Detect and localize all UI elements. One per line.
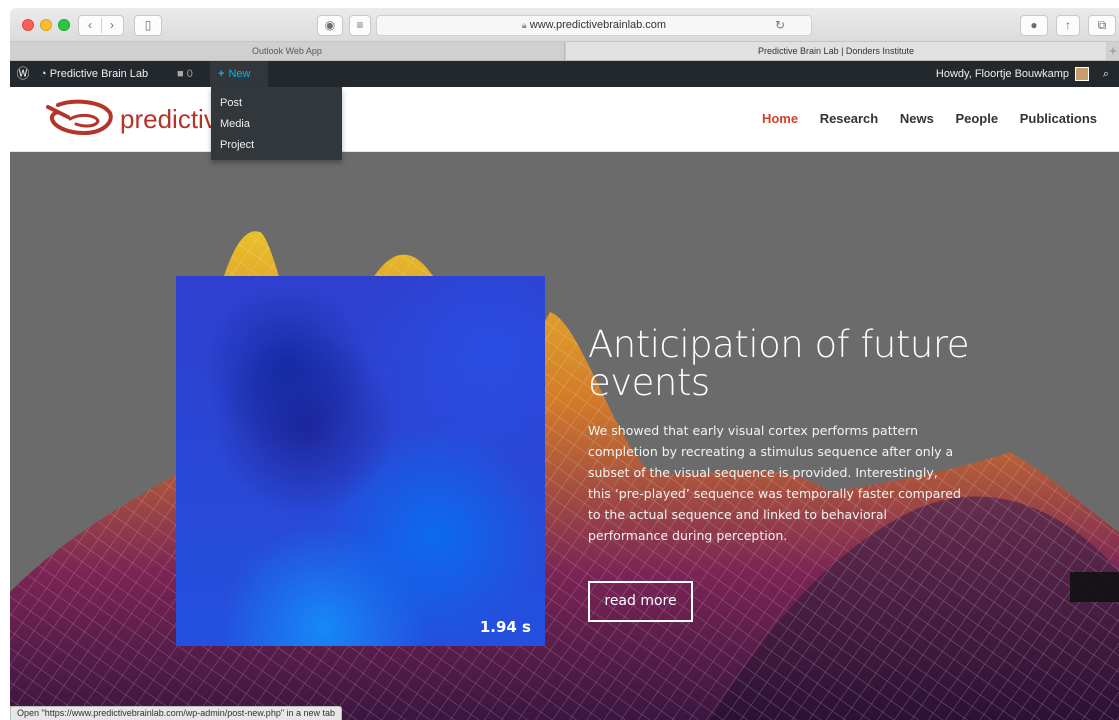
new-post-item[interactable]: Post	[211, 93, 342, 114]
downloads-button[interactable]: ●	[1020, 15, 1048, 36]
history-nav: ‹ ›	[78, 15, 124, 36]
comments-count: 0	[186, 68, 193, 80]
status-bar: Open "https://www.predictivebrainlab.com…	[10, 706, 343, 720]
tabs-icon: ⧉	[1097, 18, 1107, 32]
new-media-item[interactable]: Media	[211, 114, 342, 135]
activity-heatmap: 1.94 s	[176, 276, 545, 646]
new-dropdown-menu: Post Media Project	[211, 87, 342, 160]
tab-outlook[interactable]: Outlook Web App	[10, 42, 565, 60]
search-icon[interactable]: ⌕	[1097, 61, 1115, 87]
tab-overview-button[interactable]: ⧉	[1088, 15, 1116, 36]
hero-title: Anticipation of future events	[588, 323, 970, 404]
close-window-button[interactable]	[22, 19, 34, 31]
time-label: 1.94 s	[479, 618, 531, 636]
download-icon: ●	[1030, 18, 1038, 32]
admin-new-menu[interactable]: + New	[210, 61, 268, 87]
browser-toolbar: ‹ › ▯ ◉ ≡ 🔒︎ www.predictivebrainlab.com ↻…	[10, 8, 1119, 42]
share-button[interactable]: ↑	[1056, 15, 1080, 36]
plus-icon: +	[218, 68, 225, 80]
sidebar-icon: ▯	[144, 18, 152, 32]
wp-admin-bar: Ⓦ ◔ Predictive Brain Lab ■ 0 + New Howdy,…	[10, 61, 1119, 87]
nav-news[interactable]: News	[900, 111, 934, 126]
admin-comments-link[interactable]: ■ 0	[177, 61, 193, 87]
minimize-window-button[interactable]	[40, 19, 52, 31]
admin-site-name: Predictive Brain Lab	[49, 68, 149, 80]
avatar	[1075, 67, 1089, 82]
share-icon: ↑	[1065, 18, 1071, 32]
wordpress-logo-icon[interactable]: Ⓦ	[14, 61, 32, 87]
nav-home[interactable]: Home	[762, 111, 798, 126]
sidebar-toggle-button[interactable]: ▯	[134, 15, 162, 36]
admin-account-menu[interactable]: Howdy, Floortje Bouwkamp	[936, 61, 1089, 87]
address-text: www.predictivebrainlab.com	[529, 19, 667, 31]
forward-icon[interactable]: ›	[101, 16, 123, 35]
nav-people[interactable]: People	[955, 111, 998, 126]
brain-logo-icon[interactable]	[46, 97, 116, 137]
hero-slider: 1.94 s Anticipation of future events We …	[10, 152, 1119, 720]
lock-icon: 🔒︎	[521, 20, 527, 30]
admin-site-link[interactable]: ◔ Predictive Brain Lab	[40, 61, 148, 87]
back-icon[interactable]: ‹	[79, 16, 101, 35]
nav-publications[interactable]: Publications	[1020, 111, 1097, 126]
privacy-shield-button[interactable]: ◉	[317, 15, 343, 36]
dashboard-icon: ◔	[40, 68, 47, 80]
zoom-window-button[interactable]	[58, 19, 70, 31]
new-project-item[interactable]: Project	[211, 135, 342, 156]
reload-icon[interactable]: ↻	[775, 16, 785, 35]
address-bar[interactable]: 🔒︎ www.predictivebrainlab.com ↻	[376, 15, 812, 36]
new-tab-icon[interactable]: +	[1107, 42, 1119, 60]
read-more-button[interactable]: read more	[588, 581, 693, 622]
hero-description: We showed that early visual cortex perfo…	[588, 423, 961, 543]
nav-research[interactable]: Research	[820, 111, 879, 126]
reader-button[interactable]: ≡	[349, 15, 371, 36]
tab-predictive-brain-lab[interactable]: Predictive Brain Lab | Donders Institute	[566, 42, 1106, 60]
new-label: New	[228, 68, 251, 80]
comment-icon: ■	[177, 68, 184, 80]
main-nav: Home Research News People Publications	[744, 111, 1097, 126]
reader-icon: ≡	[356, 18, 364, 32]
site-header: predictive Home Research News People Pub…	[10, 87, 1119, 152]
tab-bar: Outlook Web App Predictive Brain Lab | D…	[10, 42, 1119, 61]
howdy-text: Howdy, Floortje Bouwkamp	[935, 68, 1069, 80]
browser-window: ‹ › ▯ ◉ ≡ 🔒︎ www.predictivebrainlab.com ↻…	[0, 0, 1119, 720]
shield-icon: ◉	[324, 18, 336, 32]
